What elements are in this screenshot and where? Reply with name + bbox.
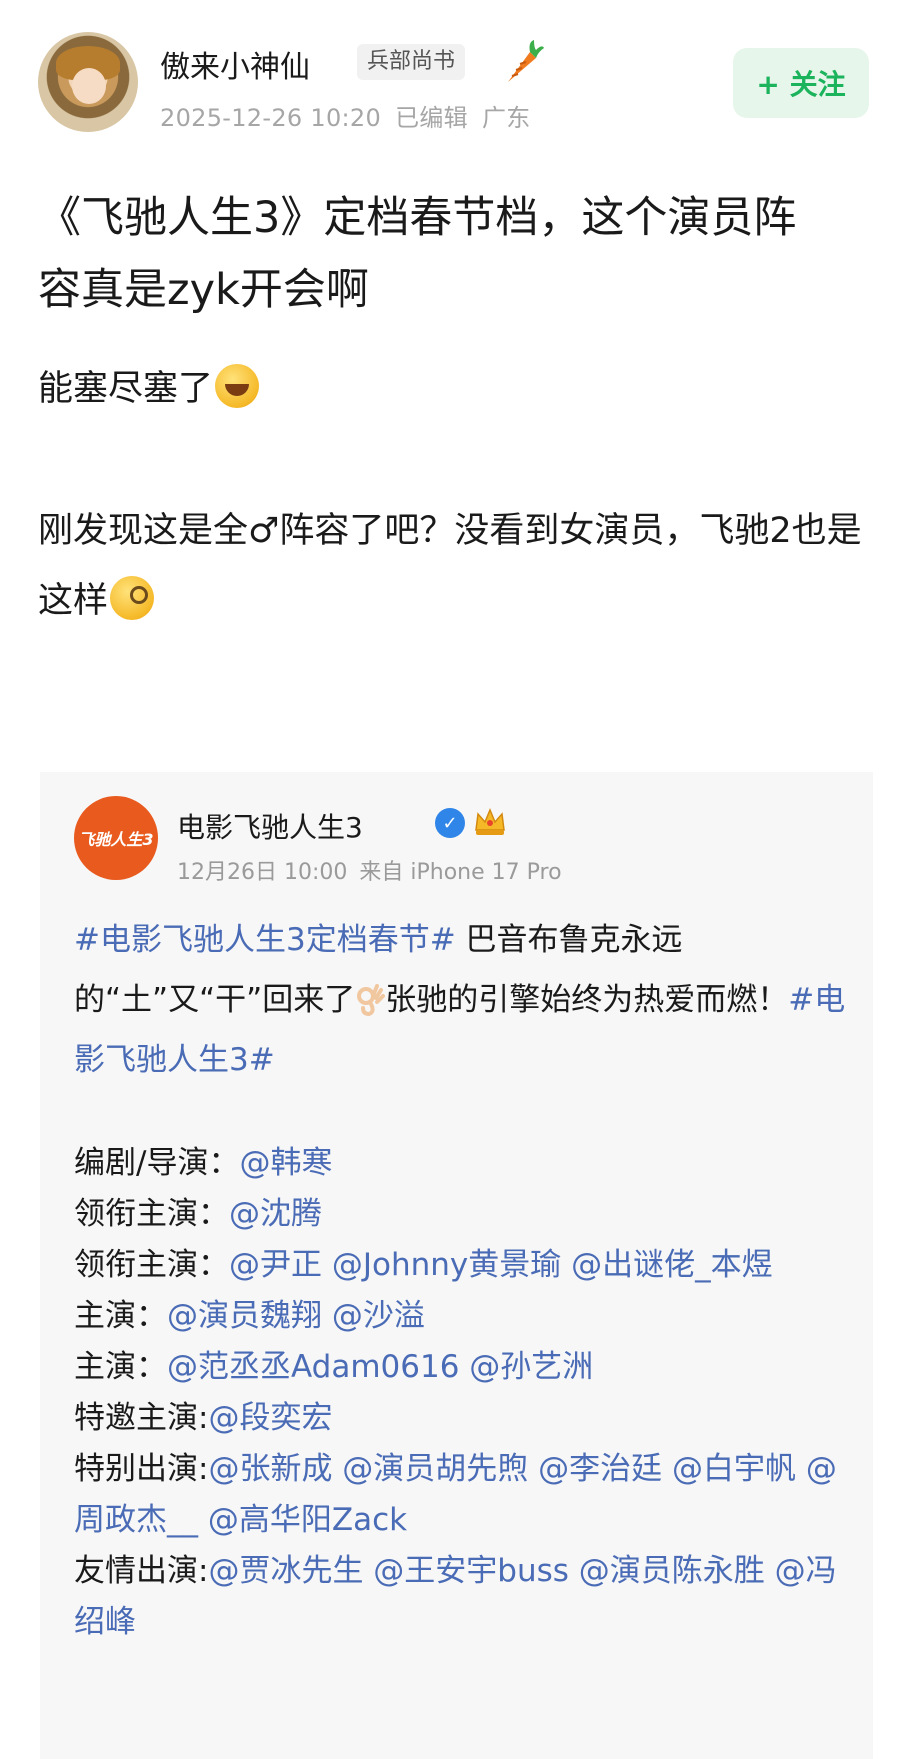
- edited-label: 已编辑: [395, 104, 468, 132]
- monocle-emoji-icon: [110, 576, 155, 620]
- crown-icon: [475, 808, 505, 835]
- post-meta: 2025-12-26 10:20 已编辑 广东: [160, 98, 545, 133]
- repost-account-avatar[interactable]: 飞驰人生3: [74, 796, 158, 880]
- author-title-badge: 兵部尚书: [357, 44, 466, 80]
- credit-role: 友情出演:: [74, 1553, 209, 1589]
- post-title: 《飞驰人生3》定档春节档，这个演员阵容真是zyk开会啊: [38, 193, 797, 315]
- post-paragraph-1: 能塞尽塞了: [38, 354, 878, 424]
- author-name[interactable]: 傲来小神仙: [160, 42, 310, 86]
- credit-mentions[interactable]: @韩寒: [239, 1145, 332, 1181]
- credit-role: 特别出演:: [74, 1451, 209, 1487]
- credit-mentions[interactable]: @尹正 @Johnny黄景瑜 @出谜佬_本煜: [229, 1247, 773, 1283]
- credit-role: 领衔主演：: [74, 1196, 229, 1232]
- credit-row: 主演：@范丞丞Adam0616 @孙艺洲: [74, 1342, 854, 1393]
- credit-role: 编剧/导演：: [74, 1145, 240, 1181]
- laughing-emoji-icon: [215, 364, 260, 408]
- credit-mentions[interactable]: @演员魏翔 @沙溢: [167, 1298, 425, 1334]
- paragraph-2-text: 刚发现这是全♂阵容了吧？没看到女演员，飞驰2也是这样: [38, 511, 862, 621]
- paragraph-1-text: 能塞尽塞了: [38, 369, 214, 409]
- ok-hand-icon: [357, 984, 386, 1016]
- carrot-icon: [508, 40, 544, 82]
- credit-row: 主演：@演员魏翔 @沙溢: [74, 1291, 854, 1342]
- post-paragraph-2: 刚发现这是全♂阵容了吧？没看到女演员，飞驰2也是这样: [38, 496, 878, 636]
- credits-list: 编剧/导演：@韩寒 领衔主演：@沈腾 领衔主演：@尹正 @Johnny黄景瑜 @…: [74, 1138, 854, 1648]
- repost-source: 来自 iPhone 17 Pro: [359, 860, 562, 885]
- credit-row: 编剧/导演：@韩寒: [74, 1138, 854, 1189]
- repost-body: #电影飞驰人生3定档春节# 巴音布鲁克永远的“土”又“干”回来了 张驰的引擎始终…: [74, 910, 854, 1090]
- follow-button[interactable]: + 关注: [733, 48, 869, 118]
- credit-mentions[interactable]: @范丞丞Adam0616 @孙艺洲: [167, 1349, 593, 1385]
- credit-row: 领衔主演：@尹正 @Johnny黄景瑜 @出谜佬_本煜: [74, 1240, 854, 1291]
- repost-meta: 12月26日 10:00 来自 iPhone 17 Pro: [177, 854, 574, 886]
- credit-role: 领衔主演：: [74, 1247, 229, 1283]
- credit-mentions[interactable]: @段奕宏: [208, 1400, 332, 1436]
- credit-role: 特邀主演:: [74, 1400, 209, 1436]
- repost-date: 12月26日 10:00: [177, 860, 348, 885]
- reposted-weibo-card[interactable]: 飞驰人生3 电影飞驰人生3 ✓ 12月26日 10:00 来自 iPhone 17…: [40, 772, 873, 1759]
- post-header: 傲来小神仙 兵部尚书 2025-12-26 10:20 已编辑 广东 + 关注: [0, 0, 913, 150]
- author-avatar[interactable]: [38, 32, 138, 132]
- verified-icon: ✓: [435, 808, 465, 838]
- credit-row: 友情出演:@贾冰先生 @王安宇buss @演员陈永胜 @冯绍峰: [74, 1546, 854, 1648]
- credit-role: 主演：: [74, 1298, 167, 1334]
- repost-body-text-2: 张驰的引擎始终为热爱而燃！: [385, 982, 789, 1018]
- credit-mentions[interactable]: @沈腾: [229, 1196, 322, 1232]
- credit-role: 主演：: [74, 1349, 167, 1385]
- post-location: 广东: [481, 104, 531, 132]
- post-date: 2025-12-26 10:20: [160, 104, 382, 132]
- repost-account-name[interactable]: 电影飞驰人生3: [177, 806, 363, 846]
- hashtag-link[interactable]: #电影飞驰人生3定档春节#: [74, 922, 456, 958]
- credit-row: 特邀主演:@段奕宏: [74, 1393, 854, 1444]
- credit-row: 领衔主演：@沈腾: [74, 1189, 854, 1240]
- credit-row: 特别出演:@张新成 @演员胡先煦 @李治廷 @白宇帆 @周政杰__ @高华阳Za…: [74, 1444, 854, 1546]
